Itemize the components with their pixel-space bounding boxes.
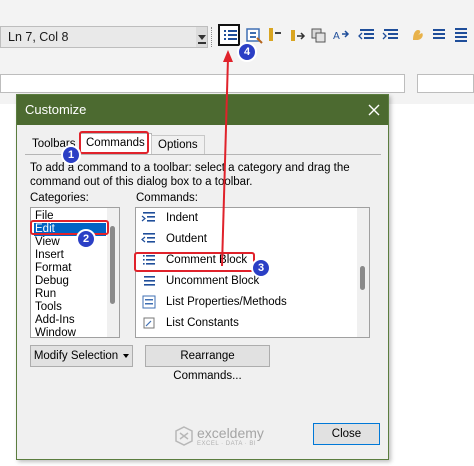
code-window-header bbox=[0, 74, 474, 94]
list-item[interactable]: View bbox=[34, 236, 60, 249]
outdent-icon[interactable] bbox=[356, 24, 378, 46]
callout-badge-1: 1 bbox=[61, 145, 81, 165]
dialog-title: Customize bbox=[25, 102, 87, 117]
exceldemy-logo-icon bbox=[175, 426, 193, 446]
next-bookmark-icon[interactable] bbox=[286, 24, 308, 46]
close-button[interactable]: Close bbox=[313, 423, 380, 445]
uncomment-block-icon bbox=[144, 276, 155, 286]
commands-scrollbar[interactable] bbox=[357, 208, 369, 337]
highlight-edit-category bbox=[30, 220, 109, 235]
dialog-titlebar[interactable]: Customize bbox=[17, 95, 388, 125]
svg-text:A: A bbox=[333, 31, 340, 42]
list-item[interactable]: Format bbox=[34, 262, 71, 275]
cursor-position-box: Ln 7, Col 8 bbox=[0, 26, 197, 48]
list-item[interactable]: Debug bbox=[34, 275, 69, 288]
indent-icon bbox=[141, 212, 155, 222]
chevron-down-icon bbox=[198, 35, 206, 40]
list-icon[interactable] bbox=[451, 24, 473, 46]
watermark-logo: exceldemy EXCEL · DATA · BI bbox=[175, 423, 305, 451]
callout-badge-3: 3 bbox=[251, 258, 271, 278]
procedure-dropdown[interactable] bbox=[417, 74, 474, 93]
commands-label: Commands: bbox=[136, 192, 198, 204]
modify-selection-button[interactable]: Modify Selection bbox=[30, 345, 133, 367]
callout-badge-4: 4 bbox=[237, 42, 257, 62]
tab-options[interactable]: Options bbox=[151, 135, 205, 155]
outdent-icon bbox=[141, 233, 155, 243]
list-item[interactable]: Insert bbox=[34, 249, 64, 262]
callout-badge-2: 2 bbox=[76, 229, 96, 249]
previous-bookmark-icon[interactable] bbox=[308, 24, 330, 46]
uncomment-block-icon[interactable] bbox=[428, 24, 450, 46]
clear-bookmarks-icon[interactable]: A bbox=[330, 24, 352, 46]
close-icon[interactable] bbox=[360, 95, 388, 125]
rearrange-commands-button[interactable]: Rearrange Commands... bbox=[145, 345, 270, 382]
cursor-position-text: Ln 7, Col 8 bbox=[8, 30, 69, 44]
toggle-bookmark-icon[interactable] bbox=[264, 24, 286, 46]
instructions-text: To add a command to a toolbar: select a … bbox=[30, 162, 350, 188]
toolbar-grip[interactable] bbox=[211, 27, 213, 47]
breakpoint-icon[interactable] bbox=[406, 24, 428, 46]
chevron-down-icon bbox=[123, 353, 130, 358]
list-item[interactable]: Window bbox=[34, 327, 76, 337]
toolbar-options-dropdown[interactable] bbox=[196, 26, 208, 48]
list-item[interactable]: Run bbox=[34, 288, 56, 301]
highlight-comment-block bbox=[134, 252, 255, 272]
categories-label: Categories: bbox=[30, 192, 89, 204]
comment-block-icon[interactable] bbox=[218, 24, 240, 46]
object-dropdown[interactable] bbox=[0, 74, 405, 93]
list-constants-icon bbox=[143, 317, 155, 329]
list-item[interactable]: Tools bbox=[34, 301, 62, 314]
list-item[interactable]: Add-Ins bbox=[34, 314, 75, 327]
list-properties-icon bbox=[142, 295, 156, 309]
indent-icon[interactable] bbox=[380, 24, 402, 46]
highlight-commands-tab bbox=[79, 131, 149, 154]
